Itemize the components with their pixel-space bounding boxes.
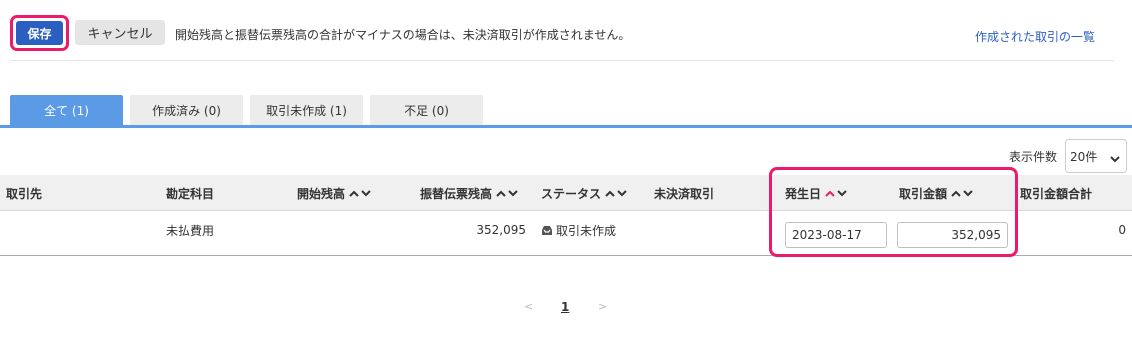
table-header: 取引先 勘定科目 開始残高 振替伝票残高 ステータス 未決済取引 発生日 取引金… <box>0 175 1132 211</box>
sort-icon[interactable] <box>825 189 847 197</box>
cell-transfer: 352,095 <box>476 223 526 237</box>
created-transactions-link[interactable]: 作成された取引の一覧 <box>975 28 1095 45</box>
tab-created[interactable]: 作成済み (0) <box>130 95 243 125</box>
sort-icon[interactable] <box>349 189 371 197</box>
date-input[interactable]: 2023-08-17 <box>785 222 887 248</box>
status-text: 取引未作成 <box>556 223 617 238</box>
cell-total: 0 <box>1118 223 1126 237</box>
header-account: 勘定科目 <box>166 186 215 201</box>
header-opening[interactable]: 開始残高 <box>297 175 371 211</box>
cancel-button[interactable]: キャンセル <box>75 20 165 45</box>
cell-account: 未払費用 <box>166 223 215 238</box>
tab-all[interactable]: 全て (1) <box>10 95 123 125</box>
save-button-highlight: 保存 <box>10 15 69 51</box>
header-amount[interactable]: 取引金額 <box>899 175 973 211</box>
header-total: 取引金額合計 <box>1020 186 1093 201</box>
header-transfer[interactable]: 振替伝票残高 <box>420 175 518 211</box>
page-size-select[interactable]: 20件 <box>1065 139 1127 173</box>
pagination-next[interactable]: > <box>598 300 607 313</box>
save-button[interactable]: 保存 <box>16 21 63 45</box>
header-date[interactable]: 発生日 <box>785 175 847 211</box>
cell-opening <box>300 211 380 249</box>
header-unsettled: 未決済取引 <box>654 186 715 201</box>
inbox-icon <box>541 225 553 236</box>
chevron-down-icon <box>1110 152 1120 166</box>
tab-insufficient[interactable]: 不足 (0) <box>370 95 483 125</box>
sort-icon[interactable] <box>951 189 973 197</box>
tabs-underline <box>0 125 1132 128</box>
sort-icon[interactable] <box>496 189 518 197</box>
cell-status: 取引未作成 <box>541 211 616 249</box>
pagination-page-1[interactable]: 1 <box>561 300 569 314</box>
pagination-prev[interactable]: < <box>524 300 533 313</box>
page-size-label: 表示件数 <box>1009 150 1058 164</box>
amount-input[interactable]: 352,095 <box>897 222 1008 248</box>
page-size-value: 20件 <box>1070 149 1098 164</box>
sort-icon[interactable] <box>605 189 627 197</box>
divider <box>10 60 1114 61</box>
notice-text: 開始残高と振替伝票残高の合計がマイナスの場合は、未決済取引が作成されません。 <box>175 28 631 42</box>
tab-not-created[interactable]: 取引未作成 (1) <box>250 95 363 125</box>
header-partner: 取引先 <box>6 186 43 201</box>
header-status[interactable]: ステータス <box>541 175 627 211</box>
